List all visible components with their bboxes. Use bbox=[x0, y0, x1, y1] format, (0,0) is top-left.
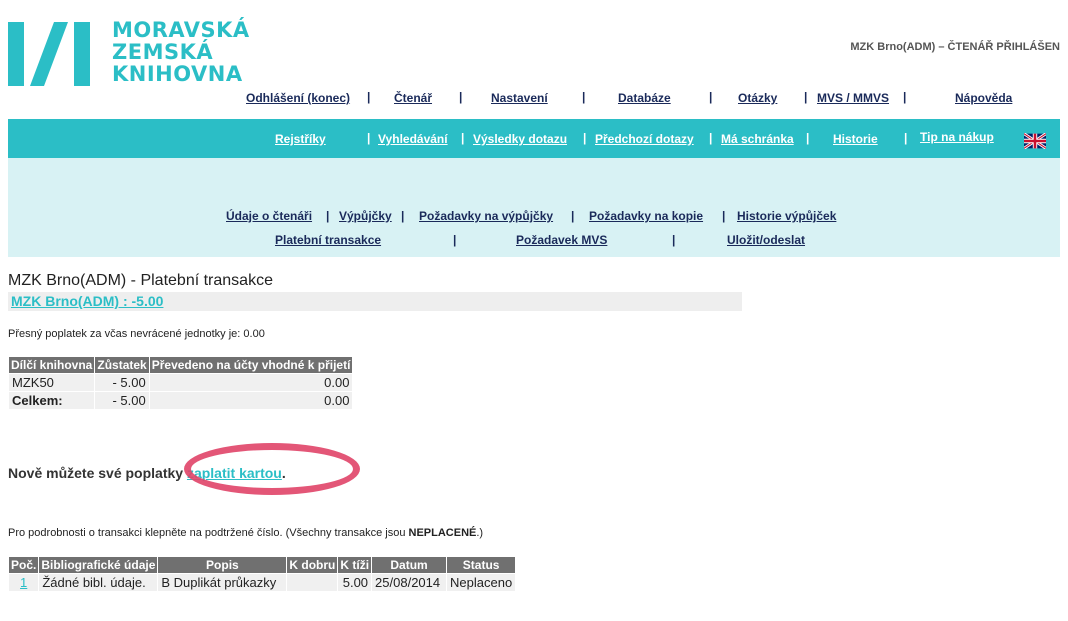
bibliographic-cell: Žádné bibl. údaje. bbox=[39, 574, 158, 591]
subnav-separator: | bbox=[326, 209, 330, 223]
table-row-total: Celkem: - 5.00 0.00 bbox=[9, 392, 353, 409]
table-header-row: Poč. Bibliografické údaje Popis K dobru … bbox=[9, 557, 516, 573]
description-cell: B Duplikát průkazky bbox=[158, 574, 287, 591]
english-flag-icon[interactable] bbox=[1023, 132, 1047, 150]
bar-separator: | bbox=[806, 131, 810, 145]
nav-separator: | bbox=[367, 90, 371, 104]
nav-help[interactable]: Nápověda bbox=[955, 91, 1012, 105]
subnav-separator: | bbox=[401, 209, 405, 223]
subnav-save-send[interactable]: Uložit/odeslat bbox=[727, 233, 805, 247]
debit-cell: 5.00 bbox=[338, 574, 372, 591]
nav-interlibrary-loan[interactable]: MVS / MMVS bbox=[817, 91, 889, 105]
transaction-number-cell: 1 bbox=[9, 574, 39, 591]
subnav-separator: | bbox=[672, 233, 676, 247]
nav-separator: | bbox=[903, 90, 907, 104]
status-cell: Neplaceno bbox=[447, 574, 516, 591]
bar-results[interactable]: Výsledky dotazu bbox=[473, 132, 567, 146]
bar-separator: | bbox=[367, 131, 371, 145]
column-header: Bibliografické údaje bbox=[39, 557, 158, 573]
bar-purchase-tip[interactable]: Tip na nákup bbox=[920, 130, 994, 144]
transaction-info-text: Pro podrobnosti o transakci klepněte na … bbox=[8, 527, 483, 539]
table-row: MZK50 - 5.00 0.00 bbox=[9, 374, 353, 391]
bar-separator: | bbox=[461, 131, 465, 145]
column-header: Status bbox=[447, 557, 516, 573]
logo-line-2: ZEMSKÁ bbox=[112, 40, 214, 64]
column-header: Zůstatek bbox=[95, 357, 149, 373]
column-header: K dobru bbox=[287, 557, 338, 573]
credit-cell bbox=[287, 574, 338, 591]
library-logo-text: MORAVSKÁ ZEMSKÁ KNIHOVNA bbox=[112, 19, 250, 85]
bar-separator: | bbox=[709, 131, 713, 145]
nav-settings[interactable]: Nastavení bbox=[491, 91, 548, 105]
column-header: Datum bbox=[372, 557, 447, 573]
logo-line-3: KNIHOVNA bbox=[112, 62, 243, 86]
total-transferred-cell: 0.00 bbox=[149, 392, 353, 409]
bar-history[interactable]: Historie bbox=[833, 132, 878, 146]
subnav-separator: | bbox=[722, 209, 726, 223]
transferred-cell: 0.00 bbox=[149, 374, 353, 391]
logo-line-1: MORAVSKÁ bbox=[112, 18, 250, 42]
card-text-before: Nově můžete své poplatky bbox=[8, 465, 187, 481]
bar-previous-queries[interactable]: Předchozí dotazy bbox=[595, 132, 694, 146]
date-cell: 25/08/2014 bbox=[372, 574, 447, 591]
total-label-cell: Celkem: bbox=[9, 392, 95, 409]
column-header: Převedeno na účty vhodné k přijetí bbox=[149, 357, 353, 373]
table-header-row: Dílčí knihovna Zůstatek Převedeno na účt… bbox=[9, 357, 353, 373]
sublibrary-cell: MZK50 bbox=[9, 374, 95, 391]
balance-cell: - 5.00 bbox=[95, 374, 149, 391]
table-row: 1 Žádné bibl. údaje. B Duplikát průkazky… bbox=[9, 574, 516, 591]
subnav-loan-history[interactable]: Historie výpůjček bbox=[737, 209, 836, 223]
column-header: Popis bbox=[158, 557, 287, 573]
bar-separator: | bbox=[583, 131, 587, 145]
balance-link[interactable]: MZK Brno(ADM) : -5.00 bbox=[11, 293, 163, 309]
nav-separator: | bbox=[459, 90, 463, 104]
info-text-after: .) bbox=[476, 527, 484, 539]
transaction-number-link[interactable]: 1 bbox=[20, 575, 27, 590]
bar-search[interactable]: Vyhledávání bbox=[378, 132, 448, 146]
info-text-before: Pro podrobnosti o transakci klepněte na … bbox=[8, 527, 409, 539]
nav-reader[interactable]: Čtenář bbox=[394, 91, 432, 105]
transactions-table: Poč. Bibliografické údaje Popis K dobru … bbox=[8, 556, 516, 592]
column-header: Dílčí knihovna bbox=[9, 357, 95, 373]
nav-separator: | bbox=[582, 90, 586, 104]
user-status: MZK Brno(ADM) – ČTENÁŘ PŘIHLÁŠEN bbox=[850, 41, 1060, 53]
column-header: Poč. bbox=[9, 557, 39, 573]
subnav-separator: | bbox=[453, 233, 457, 247]
subnav-loan-requests[interactable]: Požadavky na výpůjčky bbox=[419, 209, 553, 223]
subnav-reader-info[interactable]: Údaje o čtenáři bbox=[226, 209, 312, 223]
nav-logout[interactable]: Odhlášení (konec) bbox=[246, 91, 350, 105]
subnav-copy-requests[interactable]: Požadavky na kopie bbox=[589, 209, 703, 223]
nav-questions[interactable]: Otázky bbox=[738, 91, 777, 105]
total-balance-cell: - 5.00 bbox=[95, 392, 149, 409]
nav-databases[interactable]: Databáze bbox=[618, 91, 671, 105]
subnav-payment-transactions[interactable]: Platební transakce bbox=[275, 233, 381, 247]
balance-summary-table: Dílčí knihovna Zůstatek Převedeno na účt… bbox=[8, 356, 353, 410]
info-text-bold: NEPLACENÉ bbox=[408, 527, 477, 539]
subnav-loans[interactable]: Výpůjčky bbox=[339, 209, 392, 223]
fee-note: Přesný poplatek za včas nevrácené jednot… bbox=[8, 328, 265, 340]
bar-my-basket[interactable]: Má schránka bbox=[721, 132, 794, 146]
subnav-separator: | bbox=[571, 209, 575, 223]
bar-indexes[interactable]: Rejstříky bbox=[275, 132, 326, 146]
subnav-ill-request[interactable]: Požadavek MVS bbox=[516, 233, 607, 247]
nav-separator: | bbox=[709, 90, 713, 104]
nav-separator: | bbox=[804, 90, 808, 104]
column-header: K tíži bbox=[338, 557, 372, 573]
highlight-ellipse bbox=[184, 443, 360, 495]
bar-separator: | bbox=[904, 131, 908, 145]
page-title: MZK Brno(ADM) - Platební transakce bbox=[8, 272, 273, 289]
library-logo-mark bbox=[8, 22, 100, 91]
